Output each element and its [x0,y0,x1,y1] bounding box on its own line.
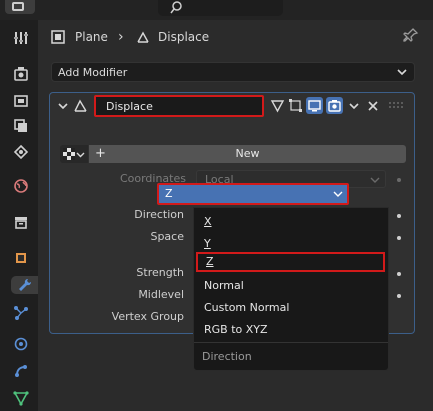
data-icon[interactable] [12,389,30,407]
breadcrumb-object: Plane [51,28,108,46]
space-label: Space [150,230,184,243]
option-label: Normal [204,279,244,292]
render-icon[interactable] [12,65,30,83]
modifier-menu-chevron-icon[interactable] [345,97,362,114]
new-texture-button[interactable]: + New [89,145,406,163]
midlevel-label: Midlevel [138,288,184,301]
keyframe-dot[interactable] [397,294,401,298]
menu-separator [194,342,388,343]
option-label: RGB to XYZ [204,323,268,336]
strength-label: Strength [136,266,184,279]
breadcrumb-object-label: Plane [75,30,108,44]
chevron-down-icon [397,69,407,76]
tool-icon[interactable] [12,29,30,47]
object-icon [51,30,65,44]
option-label: X [204,215,212,228]
displace-icon [74,99,87,112]
output-icon[interactable] [12,91,30,109]
constraints-icon[interactable] [12,362,30,380]
edit-mode-icon[interactable] [269,97,286,114]
modifier-name-field[interactable]: Displace [94,95,264,117]
direction-option-z[interactable]: Z [196,252,385,272]
search-icon [170,1,182,14]
cage-icon[interactable] [287,97,304,114]
direction-label: Direction [134,208,184,221]
chevron-right-icon: › [118,29,124,45]
top-strip [0,0,433,20]
properties-editor-icon [12,2,24,11]
modifier-displace-icon [137,31,149,43]
collapse-chevron-icon[interactable] [57,100,69,112]
breadcrumb-separator: › [118,28,124,46]
chevron-down-icon [76,152,85,158]
particles-icon[interactable] [12,304,30,322]
chevron-down-icon [370,177,380,183]
chevron-down-icon [333,191,343,197]
texture-row: + New [60,145,406,163]
keyframe-dot[interactable] [397,214,401,218]
direction-value: Z [165,187,173,200]
scene-icon[interactable] [12,143,30,161]
drag-handle-icon[interactable] [388,101,404,109]
checker-texture-icon [63,148,75,160]
close-icon[interactable] [364,97,381,114]
editor-type-button[interactable] [5,0,35,14]
direction-option-rgb-to-xyz[interactable]: RGB to XYZ [194,320,390,340]
realtime-icon[interactable] [306,97,323,114]
search-field[interactable] [158,0,283,16]
properties-tab-bar [0,20,38,411]
breadcrumb-modifier: Displace [136,28,209,46]
breadcrumb: Plane › Displace [38,20,433,54]
pin-icon[interactable] [403,27,419,46]
new-texture-label: New [235,147,260,160]
modifier-header: Displace [50,93,414,119]
add-modifier-dropdown[interactable]: Add Modifier [51,62,415,82]
world-icon[interactable] [12,177,30,195]
menu-footer-title: Direction [202,350,252,363]
object-icon[interactable] [12,249,30,267]
option-label: Custom Normal [204,301,290,314]
direction-option-x[interactable]: X [194,212,390,232]
direction-option-normal[interactable]: Normal [194,276,390,296]
vertex-group-label: Vertex Group [111,310,184,323]
direction-menu: X Y Z Normal Custom Normal RGB to XYZ Di… [193,207,389,371]
texture-browse-button[interactable] [60,145,88,163]
option-label: Z [206,255,214,268]
render-camera-icon[interactable] [326,97,343,114]
direction-option-custom-normal[interactable]: Custom Normal [194,298,390,318]
modifier-icon[interactable] [11,276,38,294]
plus-icon: + [95,146,106,161]
direction-option-y[interactable]: Y [194,234,390,254]
physics-icon[interactable] [12,335,30,353]
keyframe-dot[interactable] [397,178,401,182]
direction-dropdown[interactable]: Z [157,183,349,205]
add-modifier-label: Add Modifier [58,66,128,79]
keyframe-dot[interactable] [397,272,401,276]
keyframe-dot[interactable] [397,236,401,240]
breadcrumb-modifier-label: Displace [158,30,210,44]
view-layer-icon[interactable] [12,117,30,135]
collection-icon[interactable] [12,213,30,231]
option-label: Y [204,237,211,250]
